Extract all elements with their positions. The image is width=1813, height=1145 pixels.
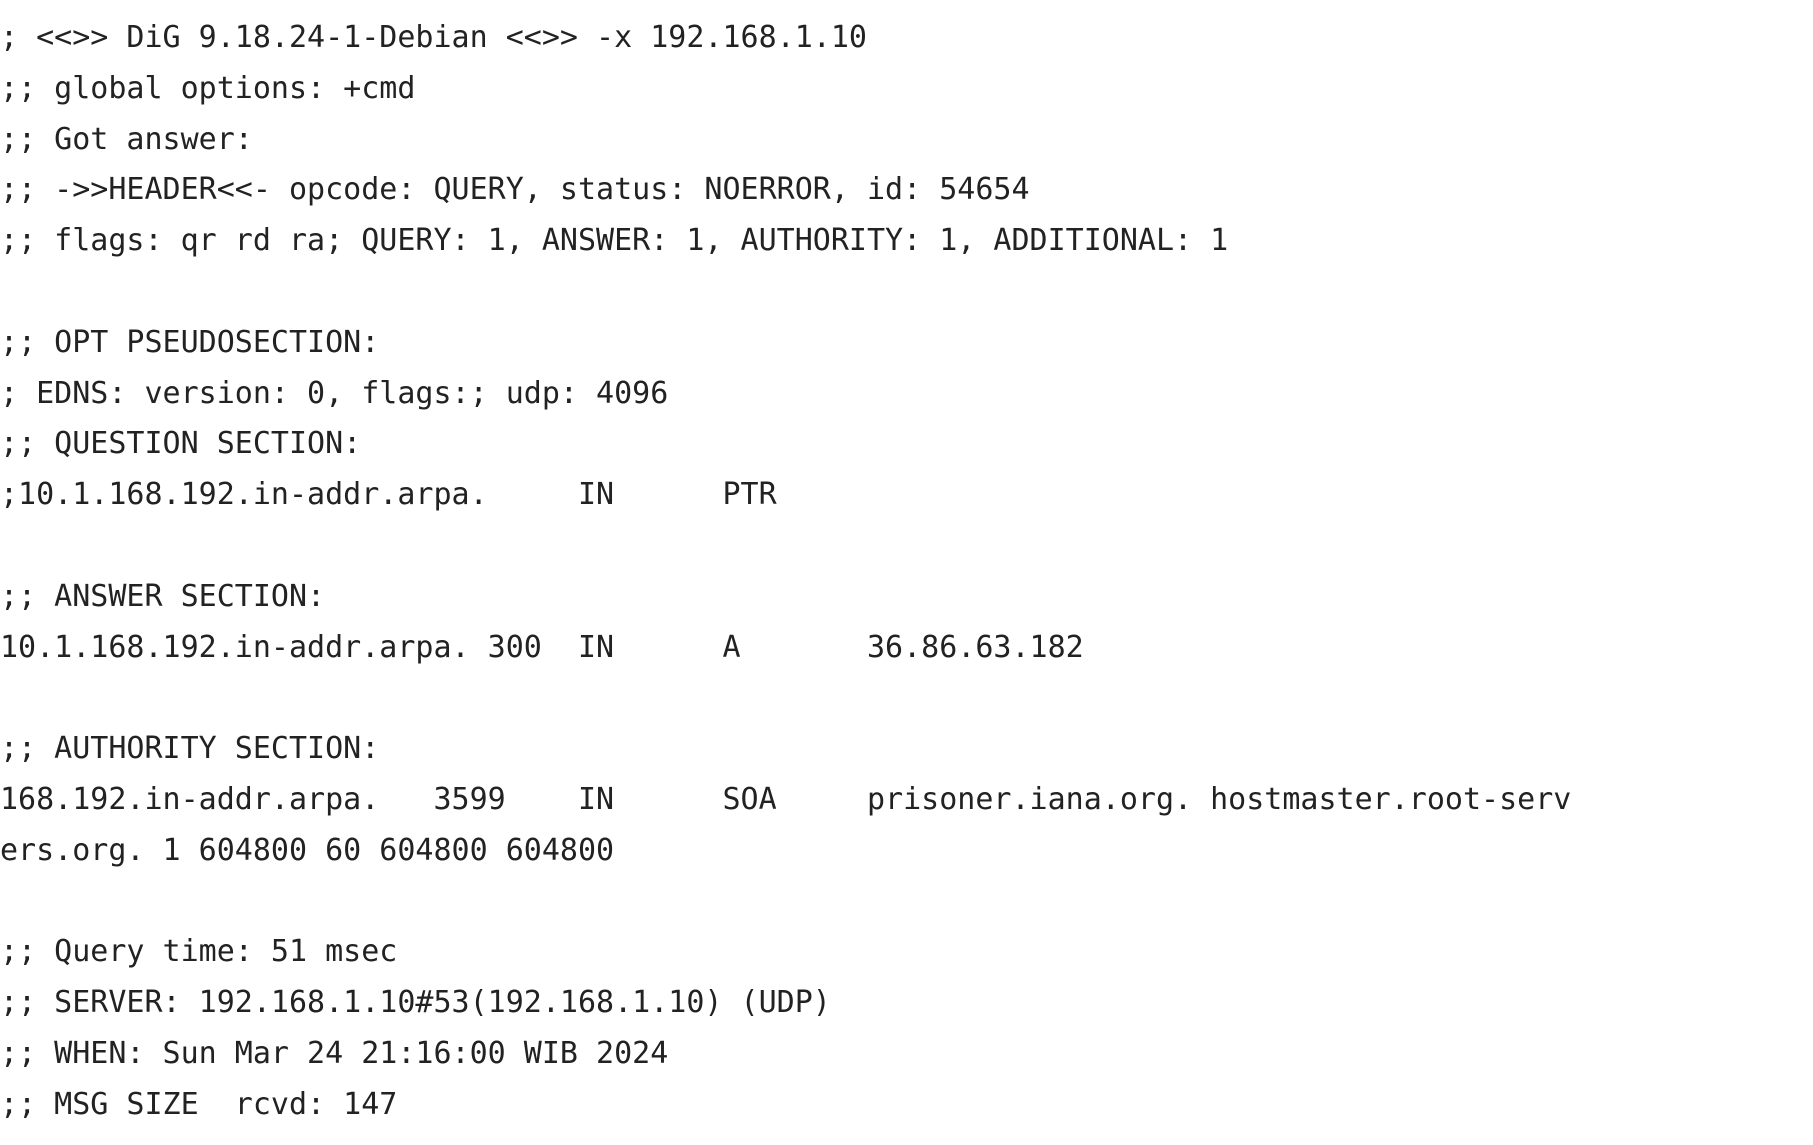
- authority-record-continuation-line: ers.org. 1 604800 60 604800 604800: [0, 832, 615, 868]
- dig-banner-line: ; <<>> DiG 9.18.24-1-Debian <<>> -x 192.…: [0, 20, 867, 55]
- got-answer-line: ;; Got answer:: [0, 121, 253, 157]
- query-time-line: ;; Query time: 51 msec: [0, 934, 398, 970]
- answer-section-heading: ;; ANSWER SECTION:: [0, 578, 326, 614]
- answer-record-line: 10.1.168.192.in-addr.arpa. 300 IN A 36.8…: [0, 629, 1084, 665]
- msg-size-line: ;; MSG SIZE rcvd: 147: [0, 1086, 398, 1122]
- header-line: ;; ->>HEADER<<- opcode: QUERY, status: N…: [0, 172, 1030, 208]
- question-section-heading: ;; QUESTION SECTION:: [0, 426, 362, 462]
- terminal-output[interactable]: ; <<>> DiG 9.18.24-1-Debian <<>> -x 192.…: [0, 0, 1813, 1145]
- authority-section-heading: ;; AUTHORITY SECTION:: [0, 731, 380, 767]
- question-record-line: ;10.1.168.192.in-addr.arpa. IN PTR: [0, 477, 777, 513]
- global-options-line: ;; global options: +cmd: [0, 70, 416, 106]
- opt-pseudosection-heading: ;; OPT PSEUDOSECTION:: [0, 324, 380, 360]
- server-line: ;; SERVER: 192.168.1.10#53(192.168.1.10)…: [0, 985, 831, 1021]
- edns-line: ; EDNS: version: 0, flags:; udp: 4096: [0, 375, 669, 411]
- when-line: ;; WHEN: Sun Mar 24 21:16:00 WIB 2024: [0, 1035, 669, 1071]
- authority-record-line: 168.192.in-addr.arpa. 3599 IN SOA prison…: [0, 781, 1572, 817]
- flags-line: ;; flags: qr rd ra; QUERY: 1, ANSWER: 1,…: [0, 223, 1229, 259]
